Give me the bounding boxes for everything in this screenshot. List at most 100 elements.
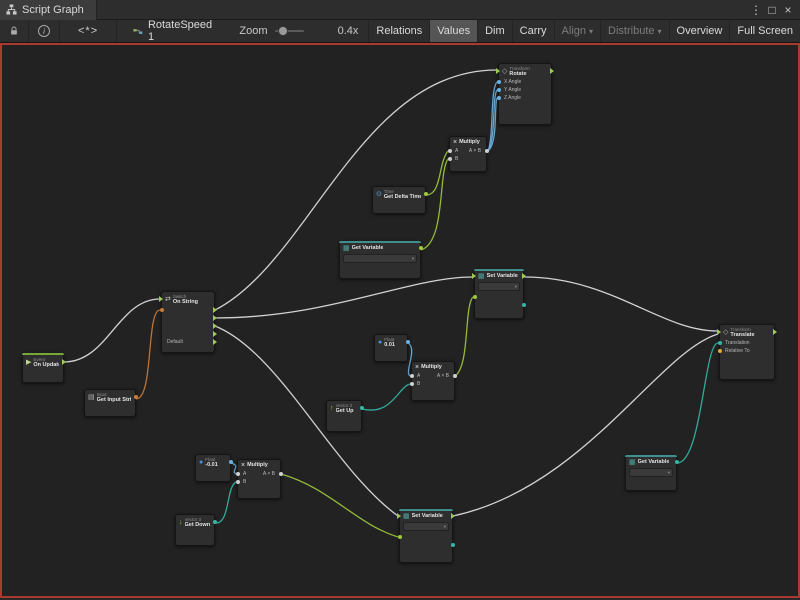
edge-vector3-get-up-to-multiply-2[interactable] — [362, 384, 410, 410]
graph-node-set-variable-1[interactable]: ▦Set Variable▾ — [474, 269, 524, 319]
value-output-port[interactable] — [675, 460, 679, 464]
flow-input-port[interactable] — [159, 296, 163, 302]
transform-icon: ◇ — [502, 68, 507, 75]
graph-node-get-delta-time[interactable]: ⊙TimeGet Delta Time — [372, 186, 426, 214]
edge-set-variable-1-to-translate[interactable] — [524, 277, 718, 331]
value-input-port[interactable] — [497, 80, 501, 84]
value-output-port[interactable] — [451, 543, 455, 547]
graph-node-vector3-get-down[interactable]: ↓Vector 3Get Down — [175, 514, 215, 546]
flow-output-port[interactable] — [213, 331, 217, 337]
toolbar-button-relations[interactable]: Relations — [368, 20, 429, 42]
toolbar-button-full-screen[interactable]: Full Screen — [729, 20, 800, 42]
variable-name-dropdown[interactable]: ▾ — [478, 282, 520, 291]
flow-output-port[interactable] — [213, 339, 217, 345]
value-output-port[interactable] — [419, 246, 423, 250]
graph-name: RotateSpeed 1 — [148, 19, 213, 43]
value-input-port[interactable] — [497, 88, 501, 92]
graph-node-multiply-3[interactable]: ×MultiplyAA × BB — [237, 459, 281, 499]
flow-output-port[interactable] — [451, 513, 455, 519]
value-output-port[interactable] — [522, 303, 526, 307]
toolbar-button-overview[interactable]: Overview — [669, 20, 730, 42]
value-input-port[interactable] — [718, 349, 722, 353]
value-input-port[interactable] — [473, 295, 477, 299]
flow-output-port[interactable] — [522, 273, 526, 279]
flow-input-port[interactable] — [472, 273, 476, 279]
value-input-port[interactable] — [448, 149, 452, 153]
node-port-row: AA × B — [238, 470, 280, 478]
graph-node-get-input-string[interactable]: ▤InputGet Input String — [84, 389, 136, 417]
graph-breadcrumb[interactable]: RotateSpeed 1 — [123, 20, 223, 42]
variable-name-dropdown[interactable]: ▾ — [343, 254, 417, 263]
value-input-port[interactable] — [398, 535, 402, 539]
flow-input-port[interactable] — [717, 329, 721, 335]
value-output-port[interactable] — [453, 374, 457, 378]
toolbar-button-distribute: Distribute▾ — [600, 20, 668, 42]
info-icon: i — [38, 25, 50, 37]
menu-icon[interactable]: ⋮ — [748, 3, 764, 17]
value-input-port[interactable] — [236, 480, 240, 484]
lock-button[interactable] — [0, 20, 29, 42]
edge-multiply-3-to-set-variable-2[interactable] — [281, 474, 398, 537]
edge-get-input-string-to-switch-on-string[interactable] — [136, 310, 160, 399]
flow-output-port[interactable] — [213, 315, 217, 321]
graph-node-float-2[interactable]: ●Float-0.01 — [195, 454, 231, 482]
value-input-port[interactable] — [410, 374, 414, 378]
edge-set-variable-2-to-translate[interactable] — [453, 334, 718, 516]
graph-node-on-update[interactable]: ▶EventOn Update — [22, 353, 64, 383]
graph-node-set-variable-2[interactable]: ▦Set Variable▾ — [399, 509, 453, 563]
info-button[interactable]: i — [29, 20, 60, 42]
variable-name-dropdown[interactable]: ▾ — [403, 522, 449, 531]
multiply-icon: × — [415, 364, 419, 371]
graph-node-translate[interactable]: ◇TransformTranslateTranslationRelative T… — [719, 324, 775, 380]
edge-get-variable-2-to-translate[interactable] — [677, 343, 718, 463]
flow-output-port[interactable] — [62, 359, 66, 365]
value-input-port[interactable] — [160, 308, 164, 312]
edge-on-update-to-switch-on-string[interactable] — [64, 299, 160, 362]
node-port-row: B — [238, 478, 280, 486]
zoom-slider-handle[interactable] — [278, 26, 288, 36]
fit-graph-button[interactable]: <*> — [60, 20, 117, 42]
edge-vector3-get-down-to-multiply-3[interactable] — [215, 482, 236, 523]
toolbar-button-label: Overview — [677, 25, 723, 37]
graph-node-switch-on-string[interactable]: ⇄SwitchOn StringDefault — [161, 291, 215, 353]
graph-node-multiply-2[interactable]: ×MultiplyAA × BB — [411, 361, 455, 401]
flow-input-port[interactable] — [496, 68, 500, 74]
toolbar-button-values[interactable]: Values — [429, 20, 477, 42]
value-output-port[interactable] — [485, 149, 489, 153]
node-title: On Update — [33, 362, 59, 368]
graph-node-get-variable-2[interactable]: ▦Get Variable▾ — [625, 455, 677, 491]
value-input-port[interactable] — [236, 472, 240, 476]
graph-node-vector3-get-up[interactable]: ↑Vector 3Get Up — [326, 400, 362, 432]
graph-node-rotate[interactable]: ◇TransformRotateX AngleY AngleZ Angle — [498, 63, 552, 125]
node-port-row — [475, 301, 523, 309]
toolbar-button-carry[interactable]: Carry — [512, 20, 554, 42]
value-output-port[interactable] — [279, 472, 283, 476]
node-title: Get Up — [336, 408, 354, 414]
tab-script-graph[interactable]: Script Graph — [0, 0, 97, 20]
flow-output-port[interactable] — [773, 329, 777, 335]
node-port-row: AA × B — [450, 147, 486, 155]
flow-input-port[interactable] — [397, 513, 401, 519]
edge-multiply-2-to-set-variable-1[interactable] — [455, 297, 473, 376]
value-input-port[interactable] — [448, 157, 452, 161]
flow-output-port[interactable] — [550, 68, 554, 74]
node-titles: InputGet Input String — [97, 392, 131, 403]
edge-switch-on-string-to-set-variable-1[interactable] — [215, 277, 473, 318]
variable-name-dropdown[interactable]: ▾ — [629, 468, 673, 477]
flow-output-port[interactable] — [213, 307, 217, 313]
value-input-port[interactable] — [497, 96, 501, 100]
close-icon[interactable]: × — [780, 3, 796, 17]
flow-output-port[interactable] — [213, 323, 217, 329]
toolbar-button-dim[interactable]: Dim — [477, 20, 512, 42]
value-input-port[interactable] — [718, 341, 722, 345]
edge-get-delta-time-to-multiply-1[interactable] — [426, 151, 448, 195]
node-port-row — [162, 314, 214, 322]
graph-node-float-1[interactable]: ●Float0.01 — [374, 334, 408, 362]
graph-node-get-variable-1[interactable]: ▦Get Variable▾ — [339, 241, 421, 279]
value-input-port[interactable] — [410, 382, 414, 386]
node-title: -0.01 — [205, 462, 218, 468]
zoom-slider[interactable] — [275, 25, 303, 37]
maximize-icon[interactable]: □ — [764, 3, 780, 17]
graph-canvas[interactable]: ▶EventOn Update ▤InputGet Input String ⇄Sw… — [0, 43, 800, 598]
graph-node-multiply-1[interactable]: ×MultiplyAA × BB — [449, 136, 487, 172]
